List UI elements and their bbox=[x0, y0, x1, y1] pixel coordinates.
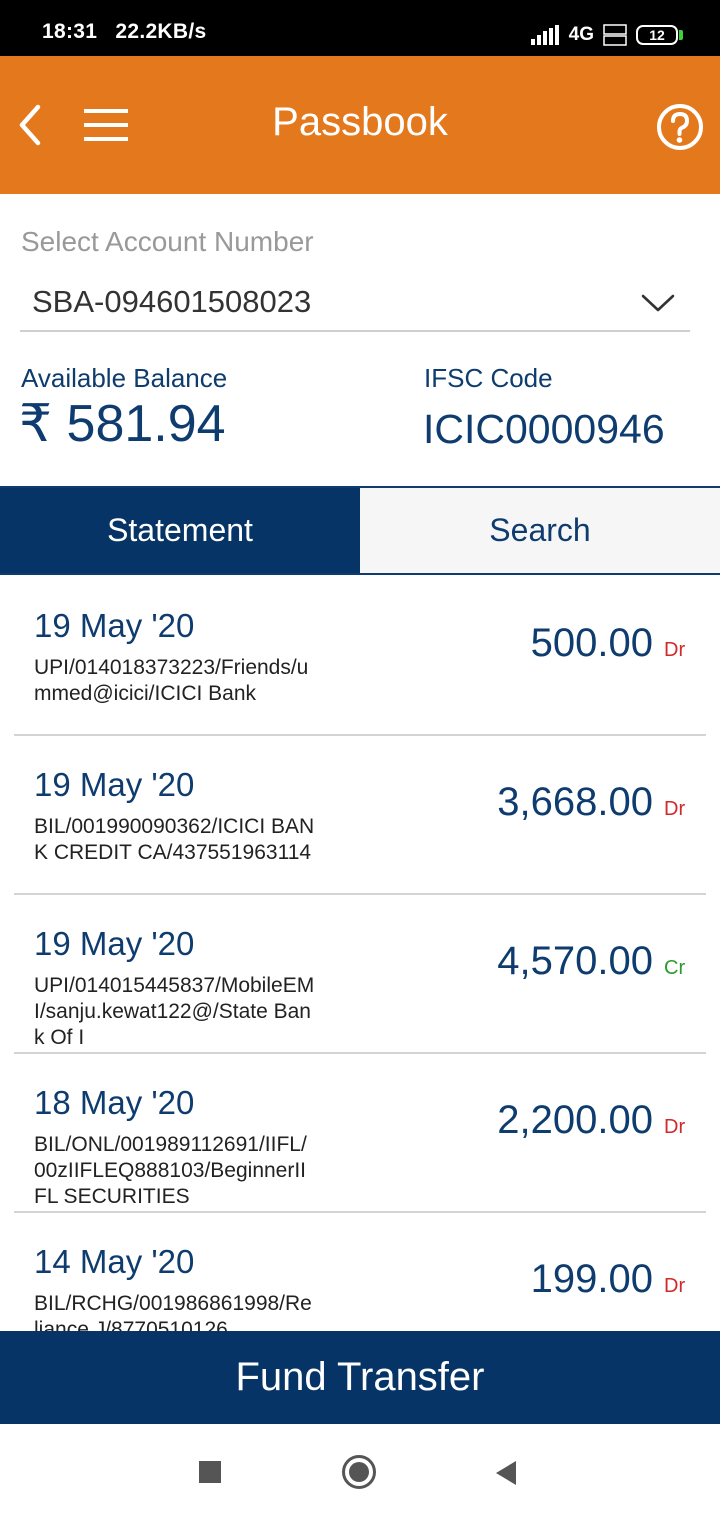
transaction-type-badge: Dr bbox=[664, 1116, 686, 1138]
status-left: 18:31 22.2KB/s bbox=[42, 20, 218, 44]
transaction-type-badge: Dr bbox=[664, 1275, 686, 1297]
transaction-date: 18 May '20 bbox=[34, 1084, 195, 1121]
tab-bar: Statement Search bbox=[0, 486, 720, 575]
network-type: 4G bbox=[568, 24, 594, 45]
home-icon[interactable] bbox=[341, 1454, 377, 1490]
transaction-description: BIL/001990090362/ICICI BANK CREDIT CA/43… bbox=[34, 815, 315, 864]
transaction-amount: 199.00 bbox=[530, 1257, 653, 1301]
app-bar: Passbook bbox=[0, 56, 720, 194]
transaction-date: 14 May '20 bbox=[34, 1243, 195, 1280]
system-nav-bar bbox=[0, 1424, 720, 1520]
transaction-amount: 4,570.00 bbox=[497, 939, 653, 983]
balance-value: ₹ 581.94 bbox=[19, 395, 226, 453]
battery-icon: 12 bbox=[636, 24, 684, 46]
nav-back-icon[interactable] bbox=[494, 1460, 518, 1486]
status-speed: 22.2KB/s bbox=[115, 20, 207, 43]
transaction-amount: 3,668.00 bbox=[497, 780, 653, 824]
transaction-amount: 2,200.00 bbox=[497, 1098, 653, 1142]
status-right: 4G 12 bbox=[530, 22, 684, 48]
transaction-amount: 500.00 bbox=[530, 621, 653, 665]
transaction-row[interactable]: 19 May '20 UPI/014018373223/Friends/umme… bbox=[14, 577, 706, 736]
signal-icon bbox=[530, 25, 559, 45]
transaction-list: 19 May '20 UPI/014018373223/Friends/umme… bbox=[14, 577, 706, 1372]
ifsc-value: ICIC0000946 bbox=[423, 406, 665, 452]
transaction-row[interactable]: 18 May '20 BIL/ONL/001989112691/IIFL/00z… bbox=[14, 1054, 706, 1213]
transaction-amount-group: 4,570.00 Cr bbox=[497, 939, 686, 984]
recent-apps-icon[interactable] bbox=[199, 1461, 221, 1483]
help-icon[interactable] bbox=[656, 103, 704, 151]
transaction-type-badge: Cr bbox=[664, 957, 686, 979]
transaction-amount-group: 3,668.00 Dr bbox=[497, 780, 686, 825]
fund-transfer-button[interactable]: Fund Transfer bbox=[0, 1331, 720, 1424]
account-label: Select Account Number bbox=[21, 226, 314, 257]
transaction-date: 19 May '20 bbox=[34, 925, 195, 962]
status-bar: 18:31 22.2KB/s 4G 12 bbox=[0, 0, 720, 56]
battery-level: 12 bbox=[636, 25, 678, 45]
account-dropdown[interactable]: SBA-094601508023 bbox=[20, 274, 690, 332]
volte-icon bbox=[603, 24, 627, 46]
transaction-amount-group: 500.00 Dr bbox=[531, 621, 686, 666]
transaction-type-badge: Dr bbox=[664, 798, 686, 820]
transaction-description: UPI/014015445837/MobileEMI/sanju.kewat12… bbox=[34, 974, 315, 1049]
transaction-row[interactable]: 19 May '20 BIL/001990090362/ICICI BANK C… bbox=[14, 736, 706, 895]
tab-statement[interactable]: Statement bbox=[0, 488, 360, 573]
balance-label: Available Balance bbox=[21, 363, 228, 393]
transaction-date: 19 May '20 bbox=[34, 766, 195, 803]
transaction-date: 19 May '20 bbox=[34, 607, 195, 644]
tab-search[interactable]: Search bbox=[360, 488, 720, 573]
battery-tip bbox=[679, 30, 683, 40]
ifsc-label: IFSC Code bbox=[424, 363, 553, 393]
transaction-description: UPI/014018373223/Friends/ummed@icici/ICI… bbox=[34, 656, 309, 705]
chevron-down-icon bbox=[641, 294, 675, 312]
transaction-row[interactable]: 19 May '20 UPI/014015445837/MobileEMI/sa… bbox=[14, 895, 706, 1054]
transaction-description: BIL/ONL/001989112691/IIFL/00zIIFLEQ88810… bbox=[34, 1133, 307, 1208]
transaction-amount-group: 2,200.00 Dr bbox=[497, 1098, 686, 1143]
account-value: SBA-094601508023 bbox=[32, 284, 312, 319]
transaction-type-badge: Dr bbox=[664, 639, 686, 661]
transaction-amount-group: 199.00 Dr bbox=[531, 1257, 686, 1302]
status-time: 18:31 bbox=[42, 20, 98, 43]
page-title: Passbook bbox=[272, 100, 448, 144]
